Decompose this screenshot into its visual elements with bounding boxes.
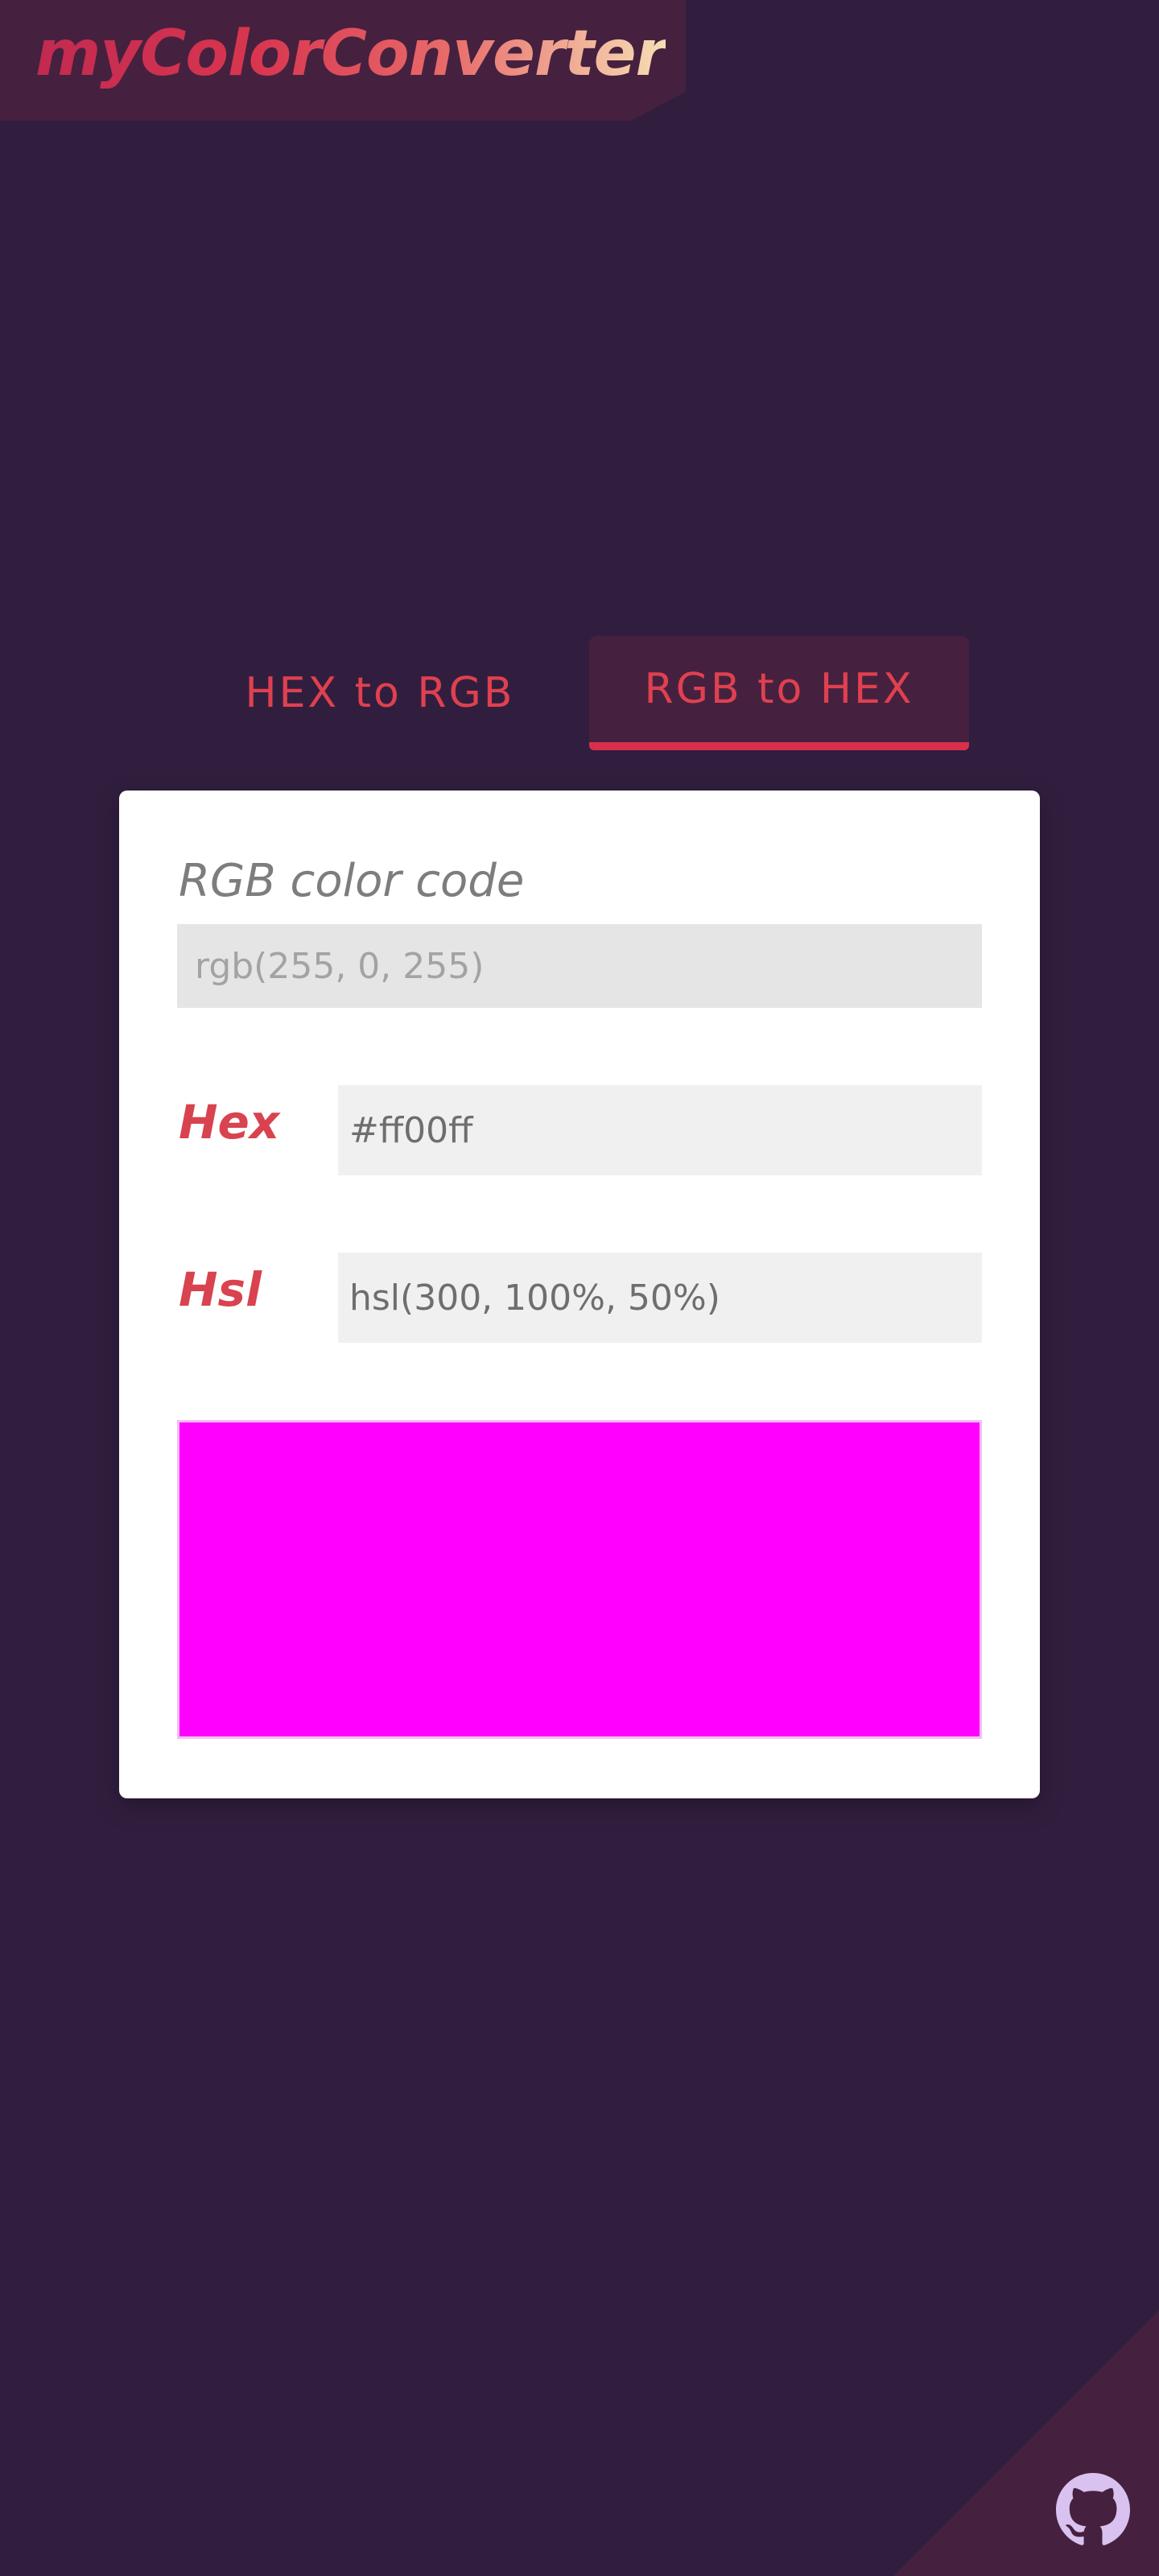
conversion-tabs: HEX to RGB RGB to HEX: [0, 636, 1159, 750]
github-icon[interactable]: [1056, 2473, 1130, 2547]
rgb-input[interactable]: [177, 924, 982, 1008]
hsl-output-field[interactable]: [338, 1253, 982, 1343]
color-preview-swatch: [177, 1420, 982, 1739]
hex-label: Hex: [179, 1095, 280, 1150]
tab-hex-to-rgb[interactable]: HEX to RGB: [211, 636, 549, 750]
converter-card: RGB color code Hex Hsl: [119, 791, 1040, 1798]
hex-output-field[interactable]: [338, 1085, 982, 1175]
rgb-input-title: RGB color code: [179, 855, 525, 907]
tab-rgb-to-hex[interactable]: RGB to HEX: [589, 636, 969, 750]
app-logo: myColorConverter: [35, 18, 666, 90]
hsl-label: Hsl: [179, 1262, 262, 1317]
